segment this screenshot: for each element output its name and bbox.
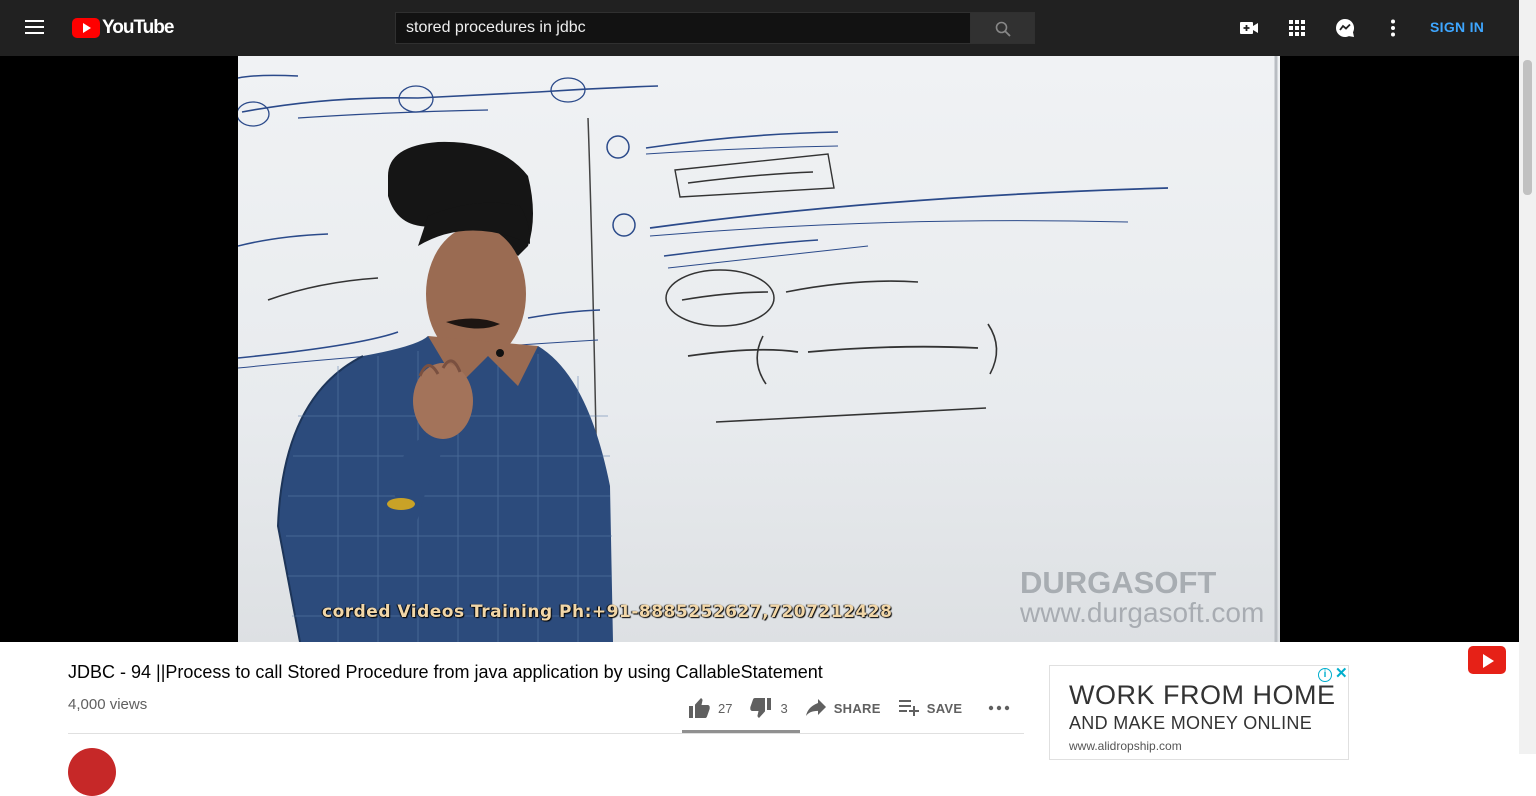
ad-headline[interactable]: WORK FROM HOME (1069, 680, 1335, 711)
logo-text: YouTube (102, 17, 174, 38)
whiteboard-scene (238, 56, 1278, 642)
watermark-url: www.durgasoft.com (1020, 597, 1265, 628)
video-player[interactable]: DURGASOFT www.durgasoft.com corded Video… (0, 56, 1519, 687)
share-icon (805, 699, 826, 716)
scrollbar-thumb[interactable] (1523, 60, 1532, 195)
playlist-add-icon (898, 700, 919, 716)
youtube-subscribe-icon (1467, 645, 1507, 675)
page-scrollbar[interactable] (1519, 0, 1536, 754)
dislike-button[interactable]: 3 (750, 698, 788, 718)
share-label: SHARE (833, 700, 881, 716)
watermark-brand: DURGASOFT (1020, 565, 1217, 600)
menu-icon[interactable] (22, 16, 48, 40)
ad-close-icon[interactable]: ✕ (1335, 666, 1348, 682)
create-video-icon[interactable] (1237, 16, 1261, 40)
dislike-count: 3 (780, 700, 788, 716)
search-button[interactable] (970, 12, 1035, 44)
video-frame[interactable]: DURGASOFT www.durgasoft.com corded Video… (238, 56, 1280, 642)
ad-info-icon[interactable]: i (1318, 668, 1332, 682)
display-ad[interactable]: WORK FROM HOME AND MAKE MONEY ONLINE www… (1049, 665, 1349, 760)
messages-icon[interactable] (1333, 16, 1357, 40)
sign-in-button[interactable]: SIGN IN (1430, 19, 1484, 35)
share-button[interactable]: SHARE (805, 699, 881, 717)
thumbs-up-icon (689, 698, 710, 718)
youtube-logo[interactable]: YouTube (72, 17, 174, 39)
save-label: SAVE (926, 700, 963, 716)
subscribe-label: Subscribe (1466, 677, 1508, 687)
like-button[interactable]: 27 (688, 698, 732, 718)
save-button[interactable]: SAVE (898, 700, 963, 716)
channel-avatar[interactable] (68, 748, 116, 796)
video-title: JDBC - 94 ||Process to call Stored Proce… (68, 662, 823, 682)
more-horiz-icon (989, 705, 1010, 711)
info-divider (68, 733, 1024, 734)
masthead: YouTube SIGN IN (0, 0, 1519, 56)
youtube-play-icon (72, 18, 100, 38)
like-count: 27 (718, 700, 733, 716)
search-input[interactable] (395, 12, 971, 44)
apps-icon[interactable] (1285, 16, 1309, 40)
channel-watermark: DURGASOFT www.durgasoft.com (1020, 565, 1265, 628)
video-actions: 27 3 SHARE SAVE (688, 696, 1036, 720)
thumbs-down-icon (750, 698, 772, 718)
ad-url[interactable]: www.alidropship.com (1069, 739, 1182, 753)
view-count: 4,000 views (68, 696, 148, 713)
search-icon (995, 21, 1011, 37)
ad-subheadline[interactable]: AND MAKE MONEY ONLINE (1069, 713, 1312, 734)
more-actions-button[interactable] (988, 705, 1018, 711)
subscribe-watermark-button[interactable]: Subscribe (1466, 645, 1508, 687)
more-vert-icon[interactable] (1381, 16, 1405, 40)
video-banner-text: corded Videos Training Ph:+91-8885252627… (322, 602, 893, 622)
